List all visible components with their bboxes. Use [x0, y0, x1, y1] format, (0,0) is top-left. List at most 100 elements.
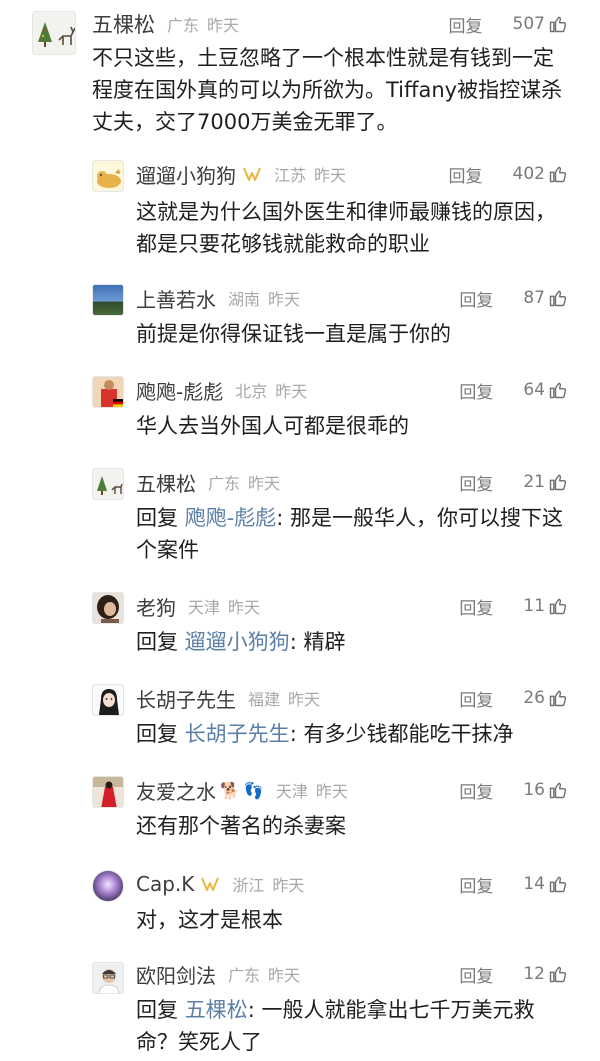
- comment-actions: 回复 64: [459, 378, 568, 403]
- time-label: 昨天: [248, 474, 281, 493]
- comment-text: 对，这才是根本: [136, 908, 283, 932]
- reply-button[interactable]: 回复: [459, 872, 493, 897]
- username[interactable]: 上善若水: [136, 284, 216, 313]
- thumbs-up-icon[interactable]: [548, 596, 568, 616]
- reply-button[interactable]: 回复: [459, 962, 493, 987]
- avatar[interactable]: [92, 376, 124, 408]
- avatar[interactable]: [92, 684, 124, 716]
- comment-text: 华人去当外国人可都是很乖的: [136, 414, 409, 438]
- comment-item: 五棵松 广东 昨天 回复 507 不只这些，土豆忽略了一个根本性就是有钱到一定程度…: [0, 0, 600, 150]
- comment-actions: 回复 16: [459, 778, 568, 803]
- region-label: 天津: [275, 782, 308, 801]
- avatar[interactable]: [92, 284, 124, 316]
- comment-actions: 回复 87: [459, 286, 568, 311]
- footprints-emoji-icon: 👣: [243, 780, 264, 800]
- comment-actions: 回复 507: [449, 12, 568, 37]
- thumbs-up-icon[interactable]: [548, 472, 568, 492]
- region-label: 广东: [167, 16, 200, 35]
- avatar[interactable]: [92, 468, 124, 500]
- avatar[interactable]: [92, 592, 124, 624]
- username[interactable]: 欧阳剑法: [136, 960, 216, 989]
- comment-item: 飑飑-彪彪 北京 昨天 回复 64 华人去当外国人可都是很乖的: [0, 364, 600, 454]
- avatar[interactable]: [32, 11, 76, 55]
- comment-header: Cap.K 浙江 昨天: [136, 872, 304, 896]
- time-label: 昨天: [268, 966, 301, 985]
- comment-actions: 回复 402: [449, 162, 568, 187]
- username[interactable]: 飑飑-彪彪: [136, 376, 223, 405]
- comment-item: 长胡子先生 福建 昨天 回复 26 回复 长胡子先生: 有多少钱都能吃干抹净: [0, 672, 600, 762]
- comment-text: 前提是你得保证钱一直是属于你的: [136, 322, 451, 346]
- username[interactable]: 五棵松: [92, 9, 155, 39]
- like-count: 21: [523, 472, 545, 492]
- like-count: 64: [523, 380, 545, 400]
- reply-button[interactable]: 回复: [459, 286, 493, 311]
- comment-actions: 回复 11: [459, 594, 568, 619]
- comment-header: 五棵松 广东 昨天: [92, 9, 239, 39]
- comment-item: 欧阳剑法 广东 昨天 回复 12 回复 五棵松: 一般人就能拿出七千万美元救命？笑…: [0, 950, 600, 1061]
- username[interactable]: 友爱之水: [136, 776, 216, 805]
- username[interactable]: 老狗: [136, 592, 176, 621]
- comment-header: 上善若水 湖南 昨天: [136, 284, 301, 313]
- time-label: 昨天: [268, 290, 301, 309]
- reply-button[interactable]: 回复: [459, 686, 493, 711]
- comment-item: 上善若水 湖南 昨天 回复 87 前提是你得保证钱一直是属于你的: [0, 272, 600, 362]
- region-label: 浙江: [232, 876, 265, 895]
- reply-target-username[interactable]: 飑飑-彪彪: [185, 506, 277, 530]
- comment-actions: 回复 21: [459, 470, 568, 495]
- reply-text: 有多少钱都能吃干抹净: [303, 722, 514, 746]
- reply-target-username[interactable]: 五棵松: [185, 998, 248, 1022]
- like-count: 12: [523, 964, 545, 984]
- reply-prefix: 回复: [136, 630, 178, 654]
- username[interactable]: 五棵松: [136, 468, 196, 497]
- time-label: 昨天: [288, 690, 321, 709]
- thumbs-up-icon[interactable]: [548, 780, 568, 800]
- avatar[interactable]: [92, 962, 124, 994]
- thumbs-up-icon[interactable]: [548, 164, 568, 184]
- avatar[interactable]: [92, 160, 124, 192]
- username[interactable]: Cap.K: [136, 872, 194, 896]
- comment-item: 五棵松 广东 昨天 回复 21 回复 飑飑-彪彪: 那是一般华人，你可以搜下这个案…: [0, 456, 600, 578]
- thumbs-up-icon[interactable]: [548, 14, 568, 34]
- avatar[interactable]: [92, 870, 124, 902]
- comment-header: 五棵松 广东 昨天: [136, 468, 281, 497]
- reply-target-username[interactable]: 遛遛小狗狗: [185, 630, 290, 654]
- thumbs-up-icon[interactable]: [548, 688, 568, 708]
- region-label: 福建: [248, 690, 281, 709]
- region-label: 广东: [228, 966, 261, 985]
- thumbs-up-icon[interactable]: [548, 380, 568, 400]
- comment-text: 回复 五棵松: 一般人就能拿出七千万美元救命？笑死人了: [136, 998, 535, 1054]
- like-count: 14: [523, 874, 545, 894]
- comment-item: 友爱之水 🐕 👣 天津 昨天 回复 16 还有那个著名的杀妻案: [0, 764, 600, 856]
- reply-button[interactable]: 回复: [449, 12, 483, 37]
- reply-target-username[interactable]: 长胡子先生: [185, 722, 290, 746]
- reply-prefix: 回复: [136, 506, 178, 530]
- time-label: 昨天: [314, 166, 347, 185]
- time-label: 昨天: [275, 382, 308, 401]
- thumbs-up-icon[interactable]: [548, 964, 568, 984]
- comment-item: 老狗 天津 昨天 回复 11 回复 遛遛小狗狗: 精辟: [0, 580, 600, 670]
- comment-actions: 回复 26: [459, 686, 568, 711]
- thumbs-up-icon[interactable]: [548, 874, 568, 894]
- comment-header: 友爱之水 🐕 👣 天津 昨天: [136, 776, 348, 805]
- comment-actions: 回复 14: [459, 872, 568, 897]
- like-count: 402: [512, 164, 545, 184]
- reply-button[interactable]: 回复: [449, 162, 483, 187]
- comment-text: 还有那个著名的杀妻案: [136, 814, 346, 838]
- like-count: 16: [523, 780, 545, 800]
- reply-button[interactable]: 回复: [459, 470, 493, 495]
- comment-header: 老狗 天津 昨天: [136, 592, 260, 621]
- like-count: 87: [523, 288, 545, 308]
- reply-button[interactable]: 回复: [459, 778, 493, 803]
- comment-header: 欧阳剑法 广东 昨天: [136, 960, 301, 989]
- reply-button[interactable]: 回复: [459, 594, 493, 619]
- region-label: 天津: [188, 598, 221, 617]
- reply-button[interactable]: 回复: [459, 378, 493, 403]
- avatar[interactable]: [92, 776, 124, 808]
- comment-header: 长胡子先生 福建 昨天: [136, 684, 321, 713]
- like-count: 507: [512, 14, 545, 34]
- username[interactable]: 长胡子先生: [136, 684, 236, 713]
- username[interactable]: 遛遛小狗狗: [136, 160, 236, 189]
- thumbs-up-icon[interactable]: [548, 288, 568, 308]
- comment-text: 不只这些，土豆忽略了一个根本性就是有钱到一定程度在国外真的可以为所欲为。Tiff…: [92, 46, 563, 134]
- reply-text: 精辟: [303, 630, 346, 654]
